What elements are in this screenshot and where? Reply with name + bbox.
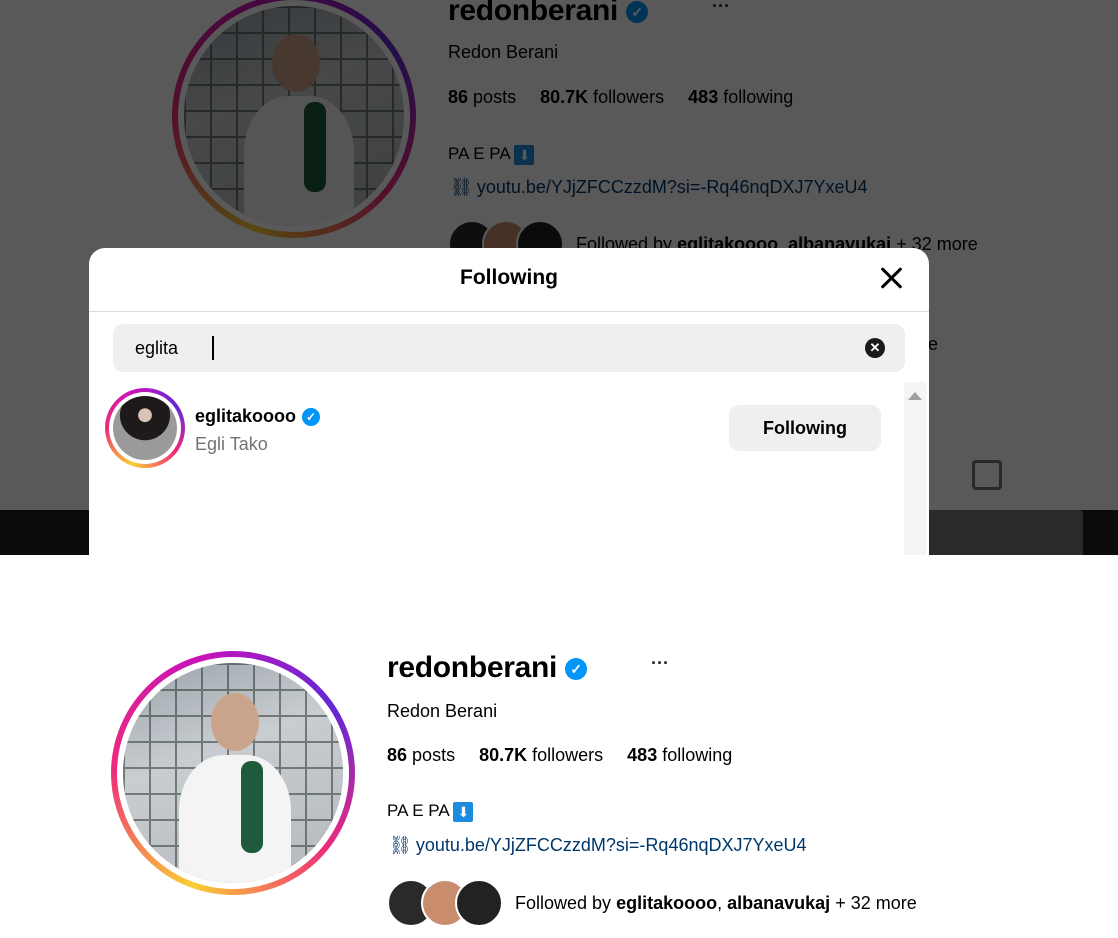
profile-bio: PA E PA ⬇ (387, 801, 474, 822)
following-stat[interactable]: 483 following (627, 745, 732, 766)
following-button[interactable]: Following (729, 405, 881, 451)
profile-avatar[interactable] (123, 663, 343, 883)
followers-stat[interactable]: 80.7K followers (479, 745, 603, 766)
top-screenshot: redonberani ✓ ··· Redon Berani 86 posts … (0, 0, 1118, 555)
search-bar[interactable]: ✕ (113, 324, 905, 372)
down-arrow-icon: ⬇ (453, 801, 474, 822)
text-caret (212, 336, 214, 360)
result-username[interactable]: eglitakoooo ✓ (195, 406, 321, 427)
more-options-icon[interactable]: ··· (651, 653, 669, 674)
following-modal: Following ✕ eglitakoooo✓ Egli Tako Follo… (89, 248, 929, 555)
follower-avatar (455, 879, 503, 927)
close-icon[interactable] (875, 262, 907, 294)
profile-full-name: Redon Berani (387, 701, 498, 721)
post-thumbnail (920, 510, 1083, 555)
profile-username[interactable]: redonberani ✓ (387, 651, 588, 685)
bottom-screenshot: redonberani ✓ ··· Redon Berani 86 posts … (0, 555, 1118, 938)
verified-badge-icon: ✓ (565, 658, 588, 681)
result-full-name: Egli Tako (195, 434, 268, 454)
followed-by[interactable]: Followed by eglitakoooo, albanavukaj + 3… (387, 879, 917, 927)
modal-title: Following (460, 266, 558, 289)
avatar[interactable] (113, 396, 177, 460)
link-icon: ⛓ (389, 835, 412, 855)
clear-search-icon[interactable]: ✕ (865, 338, 885, 358)
search-input[interactable] (135, 336, 835, 360)
list-item[interactable]: eglitakoooo ✓ Egli Tako Following (105, 388, 885, 470)
scroll-up-arrow-icon[interactable] (908, 392, 922, 400)
profile-stats: 86 posts 80.7K followers 483 following (387, 745, 732, 766)
verified-badge-icon: ✓ (302, 408, 321, 427)
modal-header: Following (89, 248, 929, 312)
profile-link[interactable]: ⛓ youtu.be/YJjZFCCzzdM?si=-Rq46nqDXJ7YxeU… (389, 835, 807, 856)
scrollbar[interactable] (904, 382, 926, 555)
posts-stat: 86 posts (387, 745, 456, 765)
